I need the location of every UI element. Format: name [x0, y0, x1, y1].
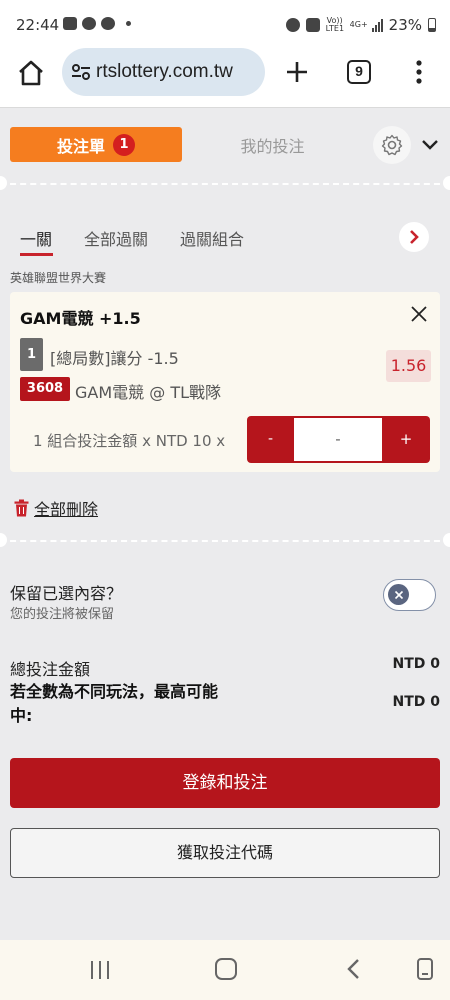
system-nav-bar: [0, 940, 450, 1000]
stake-label: 1 組合投注金額 x NTD 10 x: [33, 432, 226, 450]
more-menu-icon[interactable]: [413, 58, 425, 86]
tab-betslip[interactable]: 投注單 1: [10, 127, 182, 162]
chevron-right-icon: [410, 230, 419, 244]
remove-bet-icon[interactable]: [410, 305, 428, 323]
delete-all-label: 全部刪除: [34, 500, 99, 519]
back-icon[interactable]: [345, 957, 361, 981]
login-and-bet-button[interactable]: 登錄和投注: [10, 758, 440, 808]
tab-betslip-label: 投注單: [56, 136, 105, 156]
keyboard-icon[interactable]: [416, 957, 434, 981]
network-indicator: 4G+: [349, 20, 368, 29]
selection-title: GAM電競 +1.5: [20, 309, 141, 328]
divider-notch: [0, 533, 7, 547]
gear-icon: [381, 134, 403, 156]
recent-apps-icon[interactable]: [88, 959, 112, 981]
trash-icon: [14, 499, 29, 517]
divider-notch: [0, 176, 7, 190]
status-time: 22:44: [16, 16, 60, 34]
chrome-icon: [101, 17, 115, 30]
stake-stepper: - - +: [247, 416, 430, 463]
bet-card: GAM電競 +1.5 1 [總局數]讓分 -1.5 1.56 3608 GAM電…: [10, 292, 440, 472]
keep-selections-title: 保留已選內容？: [10, 584, 123, 603]
keep-selections-toggle[interactable]: [383, 579, 436, 611]
total-stake-label: 總投注金額: [10, 660, 91, 679]
divider-notch: [443, 533, 450, 547]
stake-input[interactable]: -: [294, 418, 382, 461]
more-notifications-icon: [126, 21, 131, 26]
league-name: 英雄聯盟世界大賽: [10, 271, 107, 285]
notification-icons: [63, 17, 131, 30]
site-settings-icon[interactable]: [70, 61, 92, 83]
betslip-count-badge: 1: [113, 133, 135, 156]
market-text: [總局數]讓分 -1.5: [50, 349, 179, 368]
max-payout-value: NTD 0: [392, 694, 440, 710]
home-nav-icon[interactable]: [215, 958, 237, 980]
volte-indicator: Vo)) LTE1: [325, 16, 345, 33]
delete-all-button[interactable]: 全部刪除: [14, 496, 98, 520]
chevron-down-icon[interactable]: [420, 136, 440, 154]
stake-decrease-button[interactable]: -: [247, 416, 294, 463]
signal-icon: [371, 18, 383, 32]
divider-notch: [443, 176, 450, 190]
tab-parlay-combo[interactable]: 過關組合: [180, 226, 244, 250]
max-payout-label: 若全數為不同玩法，最高可能中:: [10, 682, 219, 725]
gallery-icon: [63, 17, 77, 30]
odds-value: 1.56: [386, 350, 431, 382]
browser-toolbar: rtslottery.com.tw 9: [0, 48, 450, 108]
tab-switcher-button[interactable]: 9: [347, 60, 371, 84]
battery-icon: [428, 18, 436, 32]
period-badge: 1: [20, 338, 43, 371]
alarm-icon: [285, 18, 300, 32]
get-bet-code-button[interactable]: 獲取投注代碼: [10, 828, 440, 878]
stake-increase-button[interactable]: +: [382, 416, 430, 463]
mute-icon: [305, 18, 320, 32]
battery-percent: 23%: [388, 16, 422, 34]
tab-single[interactable]: 一關: [20, 226, 52, 250]
url-text: rtslottery.com.tw: [96, 61, 233, 82]
keep-selections-subtitle: 您的投注將被保留: [10, 607, 115, 622]
total-stake-value: NTD 0: [392, 656, 440, 672]
address-bar[interactable]: rtslottery.com.tw: [62, 48, 265, 96]
line-app-icon: [82, 17, 96, 30]
settings-button[interactable]: [373, 126, 411, 164]
match-name: GAM電競 @ TL戰隊: [75, 383, 222, 402]
tab-single-underline: [20, 253, 53, 256]
divider: [0, 540, 450, 542]
tabs-next-button[interactable]: [399, 222, 429, 252]
tab-my-bets[interactable]: 我的投注: [190, 127, 355, 162]
match-id-badge: 3608: [20, 377, 70, 401]
home-icon[interactable]: [16, 58, 46, 88]
new-tab-icon[interactable]: [283, 58, 311, 86]
toggle-knob: [388, 584, 409, 605]
tab-all-parlay[interactable]: 全部過關: [84, 226, 148, 250]
close-icon: [394, 590, 403, 599]
status-bar: 22:44 Vo)) LTE1 4G+ 23%: [0, 0, 450, 48]
divider: [0, 183, 450, 185]
status-right: Vo)) LTE1 4G+ 23%: [285, 16, 436, 34]
